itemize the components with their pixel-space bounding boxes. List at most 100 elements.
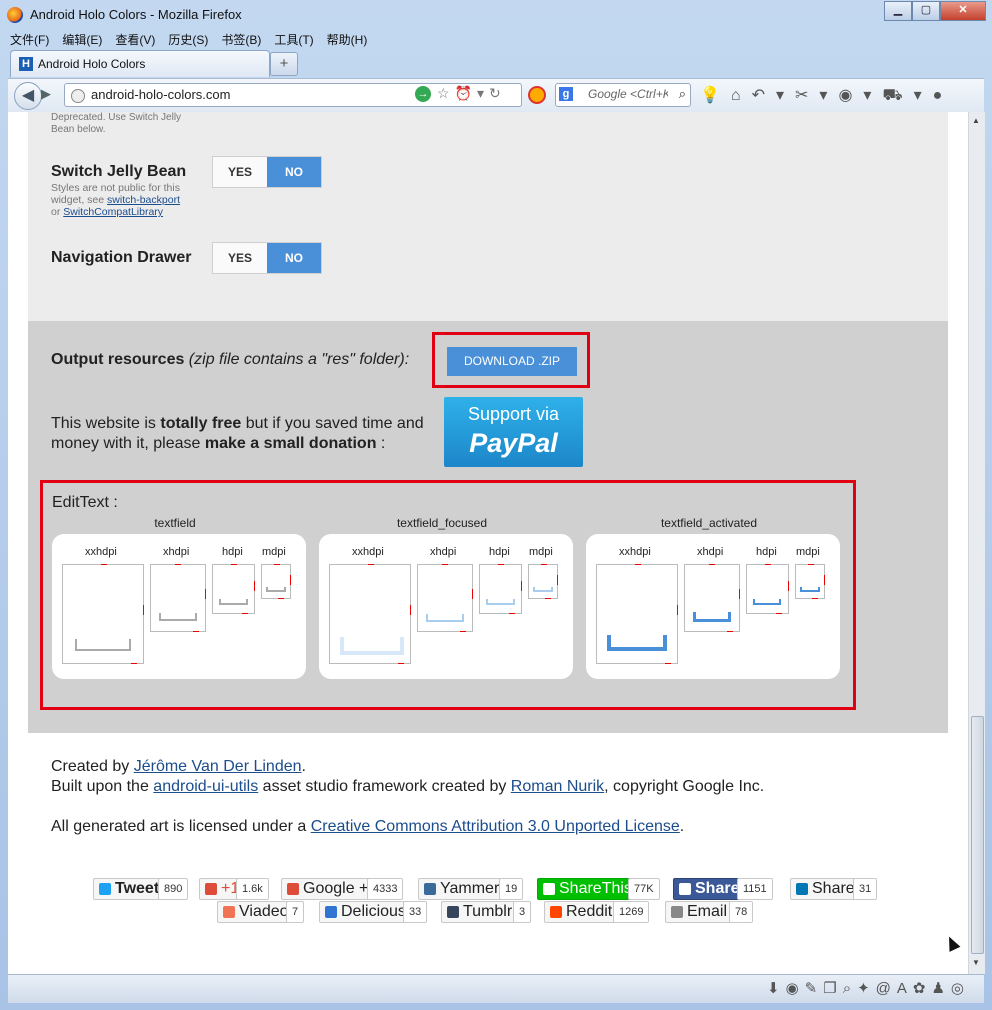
scrollbar-thumb[interactable] xyxy=(971,716,984,954)
ninepatch-preview xyxy=(795,564,825,599)
maximize-button[interactable]: ▢ xyxy=(912,1,940,21)
ninepatch-preview xyxy=(150,564,206,632)
dpi-label: hdpi xyxy=(222,546,243,558)
switch-backport-link[interactable]: switch-backport xyxy=(107,194,180,206)
drawer-no-button[interactable]: NO xyxy=(267,243,321,273)
author-link[interactable]: Jérôme Van Der Linden xyxy=(134,758,302,775)
share-label: Email xyxy=(687,903,728,920)
switch-toggle: YES NO xyxy=(212,156,322,188)
twitter-icon xyxy=(99,883,111,895)
search-box[interactable]: g Google <Ctrl+K> ⌕ xyxy=(555,83,691,107)
google-plus-icon xyxy=(205,883,217,895)
dpi-label: xxhdpi xyxy=(619,546,651,558)
paypal-logo: PayPal xyxy=(469,428,558,458)
license-line: All generated art is licensed under a Cr… xyxy=(51,818,684,836)
new-tab-button[interactable]: + xyxy=(270,52,298,76)
donate-t2: totally free xyxy=(160,415,242,432)
tumblr-icon xyxy=(447,906,459,918)
donate-t1: This website is xyxy=(51,415,161,432)
switch-note: Styles are not public for this widget, s… xyxy=(51,182,201,218)
tweet-count: 890 xyxy=(158,878,189,900)
address-bar[interactable]: android-holo-colors.com → ☆⏰▾↻ xyxy=(64,83,522,107)
reddit-button[interactable]: Reddit xyxy=(544,901,619,923)
ninepatch-preview xyxy=(417,564,473,632)
menu-history[interactable]: 历史(S) xyxy=(168,31,208,49)
go-arrow-icon[interactable]: → xyxy=(415,86,431,102)
addon-bar-icons[interactable]: ⬇◉✎❐⌕✦@A✿♟◎ xyxy=(767,979,970,997)
menu-help[interactable]: 帮助(H) xyxy=(327,31,368,49)
menu-edit[interactable]: 编辑(E) xyxy=(62,31,102,49)
navigation-toolbar: ◀ ▶ android-holo-colors.com → ☆⏰▾↻ g Goo… xyxy=(8,78,984,113)
drawer-yes-button[interactable]: YES xyxy=(213,243,267,273)
menu-file[interactable]: 文件(F) xyxy=(10,31,49,49)
google-plus-count: 4333 xyxy=(367,878,404,900)
options-section: Deprecated. Use Switch Jelly Bean below.… xyxy=(28,112,948,321)
menu-view[interactable]: 查看(V) xyxy=(115,31,155,49)
donation-text: This website is totally free but if you … xyxy=(51,414,431,454)
close-button[interactable]: ✕ xyxy=(940,1,986,21)
card-title-textfield-activated: textfield_activated xyxy=(660,516,758,530)
linkedin-count: 31 xyxy=(853,878,878,900)
google-search-engine-icon[interactable]: g xyxy=(559,87,573,101)
tab-label: Android Holo Colors xyxy=(38,57,146,71)
forward-button[interactable]: ▶ xyxy=(41,86,51,102)
toolbar-icons[interactable]: 💡⌂↶▾✂▾◉▾⛟▾● xyxy=(700,85,953,106)
switch-jelly-bean-label: Switch Jelly Bean xyxy=(51,163,187,180)
switch-no-button[interactable]: NO xyxy=(267,157,321,187)
switch-note-line3: or xyxy=(51,206,64,218)
reddit-count: 1269 xyxy=(613,901,650,923)
address-bar-icons[interactable]: ☆⏰▾↻ xyxy=(437,85,506,102)
vertical-scrollbar[interactable]: ▲ ▼ xyxy=(968,112,985,974)
delicious-button[interactable]: Delicious xyxy=(319,901,412,923)
google-plus-button[interactable]: Google + xyxy=(281,878,375,900)
tumblr-button[interactable]: Tumblr xyxy=(441,901,519,923)
card-title-textfield: textfield xyxy=(154,516,196,530)
switchcompat-link[interactable]: SwitchCompatLibrary xyxy=(63,206,163,218)
linkedin-share-button[interactable]: Share xyxy=(790,878,861,900)
yammer-button[interactable]: Yammer xyxy=(418,878,506,900)
facebook-share-button[interactable]: Share xyxy=(673,878,746,900)
dpi-label: xxhdpi xyxy=(85,546,117,558)
android-ui-utils-link[interactable]: android-ui-utils xyxy=(153,778,258,795)
download-zip-button[interactable]: DOWNLOAD .ZIP xyxy=(447,347,577,376)
dpi-label: xhdpi xyxy=(430,546,457,558)
dpi-label: mdpi xyxy=(796,546,820,558)
card-textfield-activated: xxhdpi xhdpi hdpi mdpi xyxy=(586,534,840,679)
tweet-button[interactable]: Tweet xyxy=(93,878,166,900)
viadeo-button[interactable]: Viadeo xyxy=(217,901,295,923)
cc-license-link[interactable]: Creative Commons Attribution 3.0 Unporte… xyxy=(311,818,680,835)
share-label: Share xyxy=(812,880,855,897)
window-title: Android Holo Colors - Mozilla Firefox xyxy=(30,7,242,22)
email-button[interactable]: Email xyxy=(665,901,734,923)
linkedin-icon xyxy=(796,883,808,895)
tab-strip: H Android Holo Colors + xyxy=(8,50,984,77)
output-label-bold: Output resources xyxy=(51,351,185,368)
tumblr-count: 3 xyxy=(513,901,532,923)
tab-android-holo-colors[interactable]: H Android Holo Colors xyxy=(10,50,270,77)
scroll-up-arrow-icon[interactable]: ▲ xyxy=(972,116,980,125)
dpi-label: xhdpi xyxy=(163,546,190,558)
navigation-drawer-label: Navigation Drawer xyxy=(51,249,192,266)
paypal-donate-button[interactable]: Support via PayPal xyxy=(444,397,583,467)
roman-nurik-link[interactable]: Roman Nurik xyxy=(511,778,604,795)
ninepatch-preview xyxy=(212,564,255,614)
adblock-icon[interactable] xyxy=(528,86,546,104)
search-icon[interactable]: ⌕ xyxy=(679,86,686,102)
minimize-button[interactable]: ▁ xyxy=(884,1,912,21)
ninepatch-preview xyxy=(261,564,291,599)
menu-tools[interactable]: 工具(T) xyxy=(274,31,313,49)
back-button[interactable]: ◀ xyxy=(14,82,42,110)
scroll-down-arrow-icon[interactable]: ▼ xyxy=(972,958,980,967)
sharethis-button[interactable]: ShareThis xyxy=(537,878,638,900)
plus-one-count: 1.6k xyxy=(236,878,269,900)
share-label: Tumblr xyxy=(463,903,513,920)
ninepatch-preview xyxy=(528,564,558,599)
switch-yes-button[interactable]: YES xyxy=(213,157,267,187)
donate-t5: : xyxy=(376,435,386,452)
search-input[interactable]: Google <Ctrl+K> xyxy=(588,87,668,101)
menu-bookmarks[interactable]: 书签(B) xyxy=(221,31,261,49)
yammer-count: 19 xyxy=(499,878,524,900)
switch-note-line2: widget, see xyxy=(51,194,108,206)
credits-line: Created by Jérôme Van Der Linden. xyxy=(51,758,306,776)
url-text[interactable]: android-holo-colors.com xyxy=(91,87,230,102)
